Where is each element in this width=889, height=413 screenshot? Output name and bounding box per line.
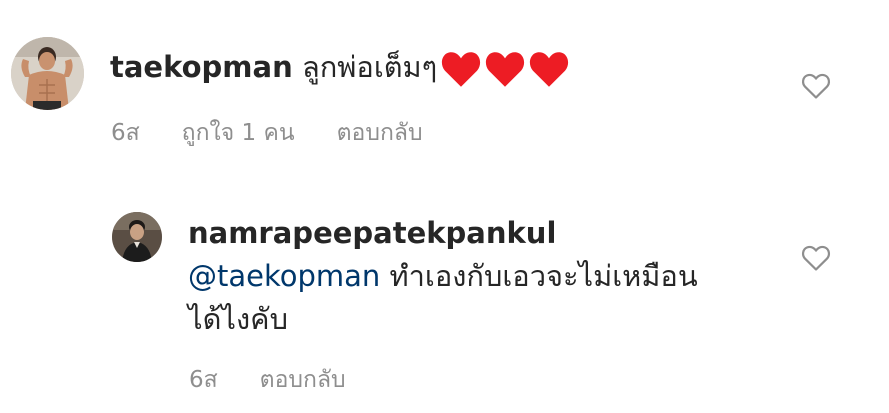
reply-text-line-1: @taekopman ทำเองกับเอวจะไม่เหมือน <box>188 258 698 294</box>
reply-text-line-2: ได้ไงคับ <box>188 301 288 337</box>
comment-like-count[interactable]: ถูกใจ 1 คน <box>182 115 295 151</box>
red-heart-icon <box>530 52 569 88</box>
comment-username[interactable]: namrapeepatekpankul <box>188 216 556 250</box>
heart-emoji-group <box>441 50 573 89</box>
comment-text: ทำเองกับเอวจะไม่เหมือน <box>389 259 698 293</box>
comment-username[interactable]: taekopman <box>110 50 293 84</box>
avatar[interactable] <box>11 37 84 110</box>
comment-time[interactable]: 6ส <box>111 115 140 151</box>
heart-outline-icon <box>802 245 830 271</box>
heart-outline-icon <box>802 73 830 99</box>
comment-time[interactable]: 6ส <box>189 362 218 398</box>
comment-text-line: taekopman ลูกพ่อเต็มๆ <box>110 49 573 88</box>
comment-meta: 6ส ถูกใจ 1 คน ตอบกลับ <box>111 115 423 151</box>
comment-meta: 6ส ตอบกลับ <box>189 362 346 398</box>
like-button[interactable] <box>801 72 831 100</box>
like-button[interactable] <box>801 244 831 272</box>
comment-text: ได้ไงคับ <box>188 302 288 336</box>
red-heart-icon <box>442 52 481 88</box>
profile-photo-icon <box>11 37 84 110</box>
red-heart-icon <box>486 52 525 88</box>
reply-username-line: namrapeepatekpankul <box>188 215 556 251</box>
profile-photo-icon <box>112 212 162 262</box>
avatar[interactable] <box>112 212 162 262</box>
comment-text: ลูกพ่อเต็มๆ <box>301 50 438 84</box>
reply-button[interactable]: ตอบกลับ <box>260 362 346 398</box>
mention-link[interactable]: @taekopman <box>188 259 380 293</box>
reply-button[interactable]: ตอบกลับ <box>337 115 423 151</box>
